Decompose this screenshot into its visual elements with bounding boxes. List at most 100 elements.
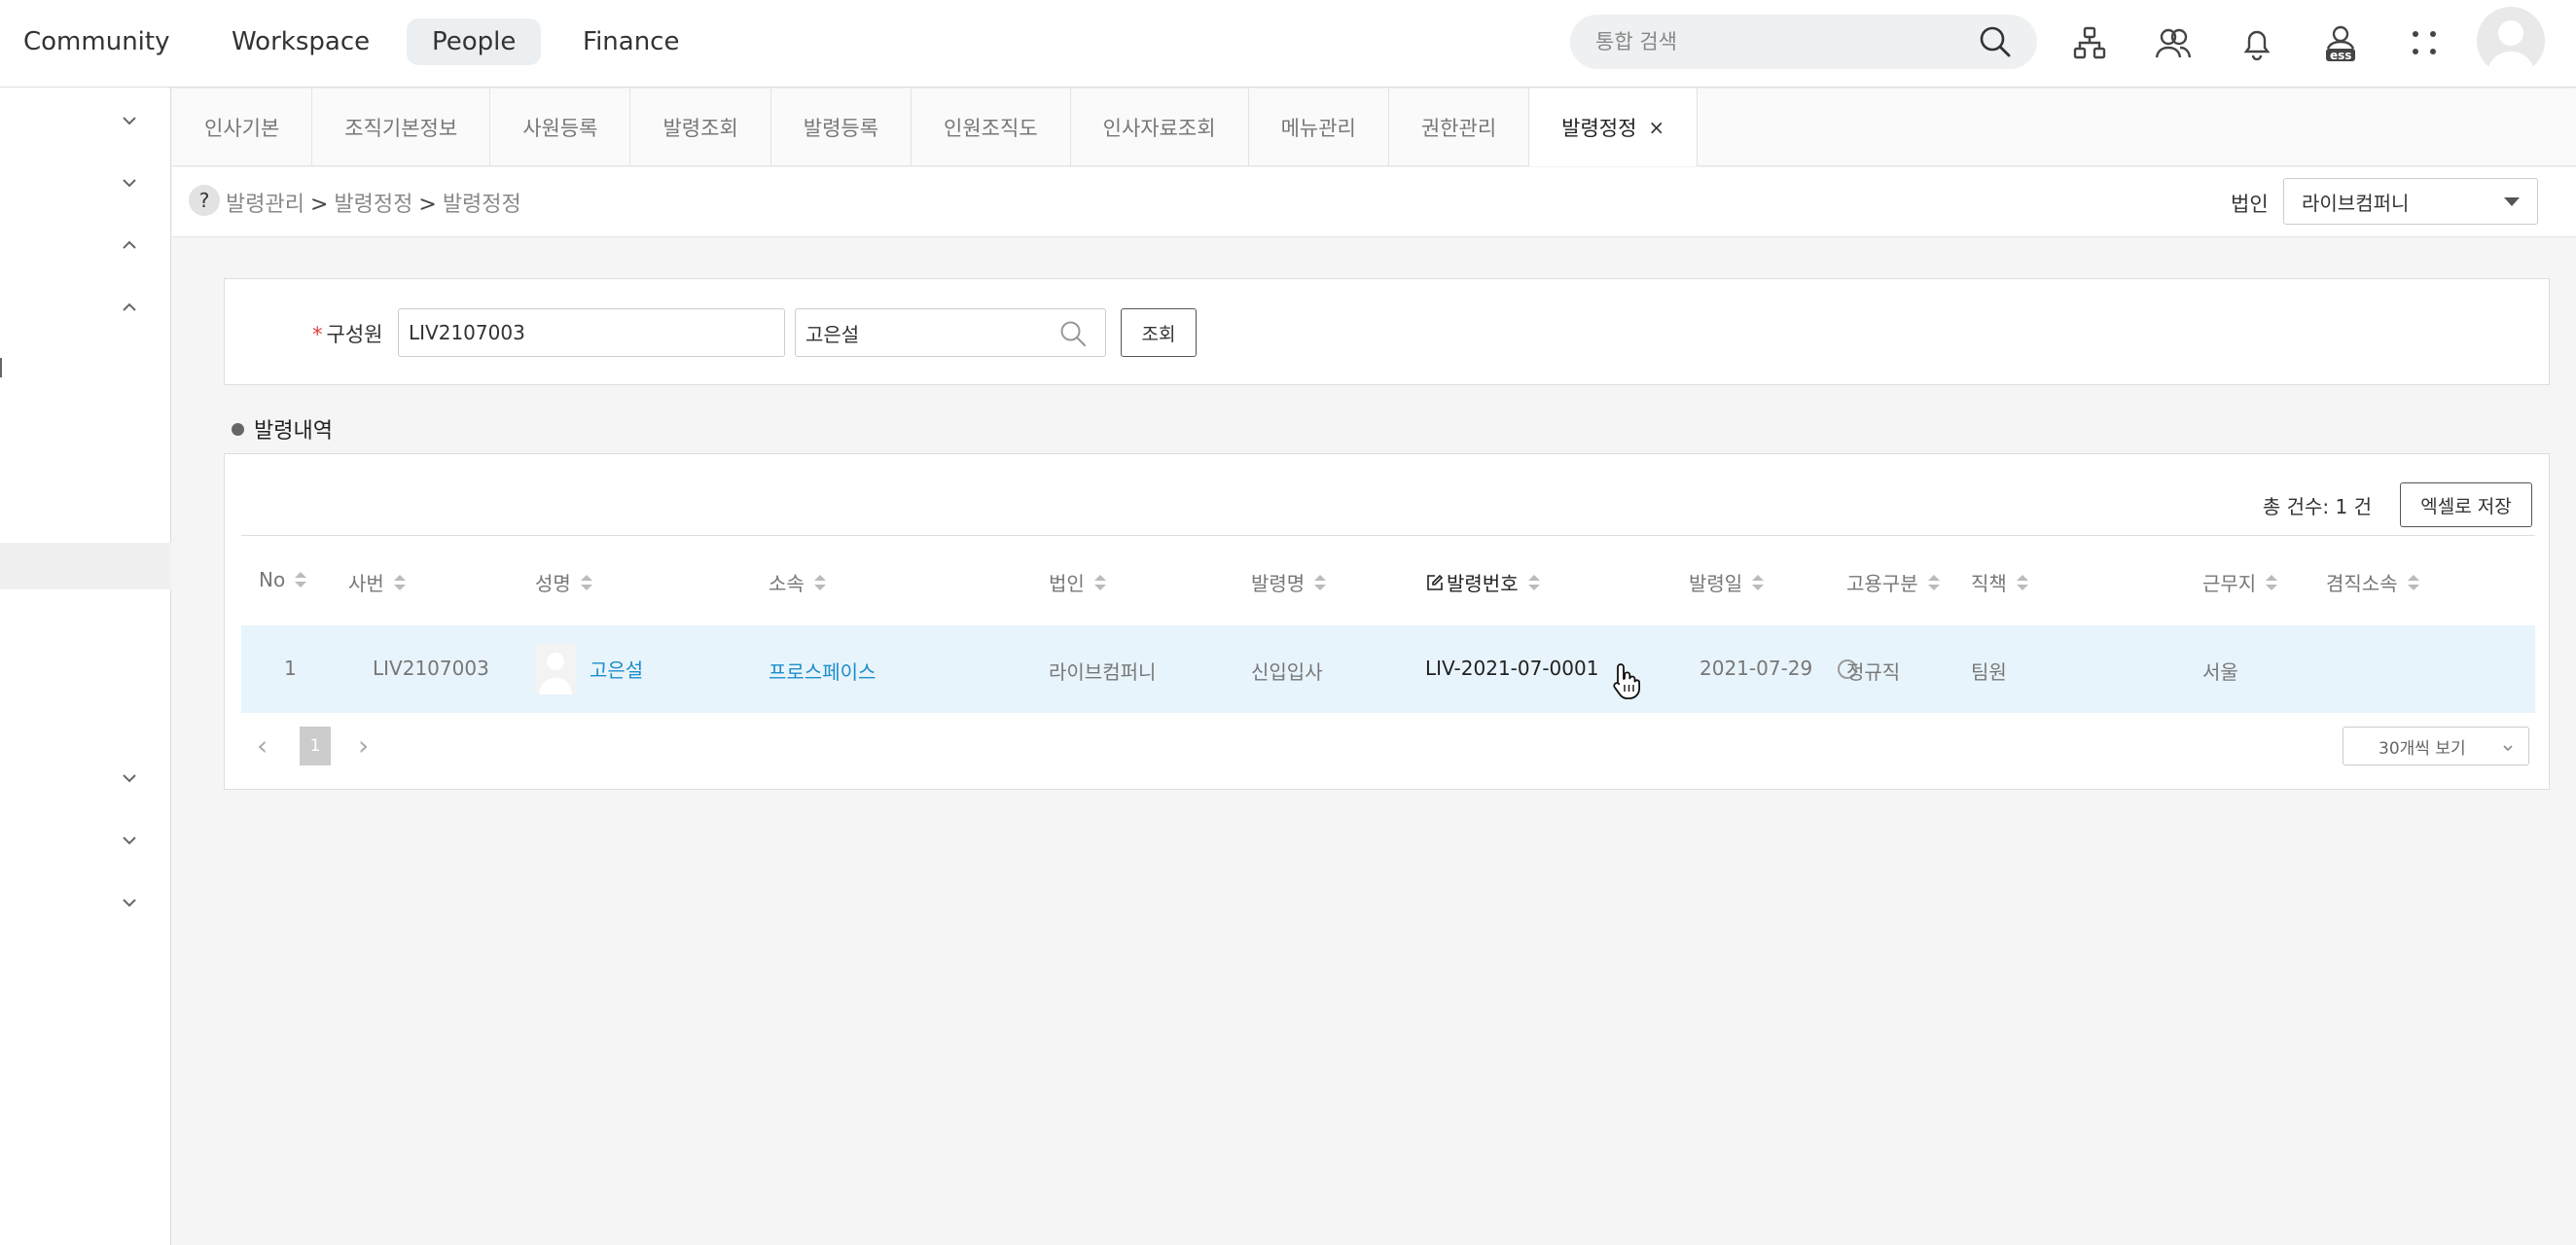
- apps-grid-icon[interactable]: [2403, 21, 2446, 64]
- col-order-no[interactable]: 발령번호: [1426, 568, 1540, 596]
- help-icon[interactable]: ?: [189, 185, 220, 216]
- nav-community[interactable]: Community: [0, 18, 195, 65]
- sort-icon: [1527, 574, 1540, 590]
- tab-order-inquiry[interactable]: 발령조회: [630, 89, 771, 166]
- chevron-down-icon: [121, 769, 138, 791]
- tab-org-chart[interactable]: 인원조직도: [912, 89, 1071, 166]
- close-icon[interactable]: ×: [1648, 116, 1664, 139]
- corp-select-value: 라이브컴퍼니: [2302, 191, 2410, 215]
- tab-org-info[interactable]: 조직기본정보: [312, 89, 491, 166]
- global-search: [1570, 15, 2037, 69]
- col-name[interactable]: 성명: [535, 568, 592, 596]
- col-label: 직책: [1971, 572, 2007, 595]
- section-title: 발령내역: [232, 413, 333, 445]
- breadcrumb-item: 발령정정: [334, 193, 413, 217]
- sort-icon: [580, 574, 592, 590]
- col-emp-id[interactable]: 사번: [348, 568, 406, 596]
- breadcrumb-separator: >: [309, 193, 329, 217]
- sidebar-group-4[interactable]: [0, 279, 171, 338]
- table-header: No 사번 성명 소속 법인 발령명 발령번호 발령일 고용구분 직책 근무지 …: [241, 535, 2535, 625]
- avatar: [535, 644, 576, 694]
- breadcrumb: 발령관리 > 발령정정 > 발령정정: [226, 187, 521, 218]
- excel-export-button[interactable]: 엑셀로 저장: [2400, 482, 2532, 527]
- page-size-value: 30개씩 보기: [2379, 738, 2466, 759]
- sidebar-group-5[interactable]: [0, 750, 171, 808]
- tab-permission-admin[interactable]: 권한관리: [1389, 89, 1530, 166]
- people-icon[interactable]: [2152, 21, 2195, 64]
- dept-link[interactable]: 프로스페이스: [769, 657, 876, 685]
- table-row[interactable]: 1 LIV2107003 고은설 프로스페이스 라이브컴퍼니 신입입사 LIV-…: [241, 625, 2535, 713]
- col-label: 발령일: [1689, 572, 1743, 595]
- sort-icon: [393, 574, 406, 590]
- col-label: 고용구분: [1846, 572, 1918, 595]
- nav-people[interactable]: People: [407, 18, 542, 65]
- tab-hr-data[interactable]: 인사자료조회: [1071, 89, 1249, 166]
- pagination: ‹ 1 › 30개씩 보기: [241, 717, 2535, 775]
- col-emp-type[interactable]: 고용구분: [1846, 568, 1940, 596]
- caret-down-icon: [2504, 197, 2520, 206]
- tab-menu-admin[interactable]: 메뉴관리: [1249, 89, 1389, 166]
- col-label: 발령명: [1251, 572, 1306, 595]
- org-chart-icon[interactable]: [2068, 21, 2111, 64]
- page-number[interactable]: 1: [300, 727, 331, 765]
- tab-employee-register[interactable]: 사원등록: [490, 89, 631, 166]
- nav-workspace[interactable]: Workspace: [206, 18, 395, 65]
- global-search-input[interactable]: [1595, 30, 1979, 53]
- page-size-select[interactable]: 30개씩 보기: [2343, 727, 2529, 765]
- search-panel: *구성원 조회: [224, 278, 2550, 385]
- cell-emp-type: 정규직: [1846, 660, 1901, 684]
- cell-emp-id: LIV2107003: [373, 657, 489, 680]
- next-page-button[interactable]: ›: [358, 729, 369, 762]
- col-order-name[interactable]: 발령명: [1251, 568, 1327, 596]
- chevron-down-icon: [121, 174, 138, 196]
- sidebar-item-selected[interactable]: [0, 543, 171, 589]
- sort-icon: [2016, 574, 2028, 590]
- chevron-up-icon: [121, 299, 138, 320]
- nav-finance[interactable]: Finance: [557, 18, 704, 65]
- search-icon[interactable]: [1979, 25, 2012, 58]
- col-position[interactable]: 직책: [1971, 568, 2028, 596]
- bullet-icon: [232, 422, 244, 436]
- sidebar-group-6[interactable]: [0, 812, 171, 871]
- employee-id-input[interactable]: [398, 308, 785, 357]
- ess-icon[interactable]: ess: [2319, 21, 2362, 64]
- cell-order-date: 2021-07-29: [1699, 657, 1813, 680]
- avatar[interactable]: [2477, 7, 2545, 75]
- col-label: 겸직소속: [2326, 572, 2398, 595]
- prev-page-button[interactable]: ‹: [257, 729, 268, 762]
- cell-position: 팀원: [1971, 660, 2007, 684]
- tab-order-register[interactable]: 발령등록: [771, 89, 912, 166]
- col-location[interactable]: 근무지: [2202, 568, 2278, 596]
- member-label-text: 구성원: [326, 323, 383, 346]
- total-count: 총 건수: 1 건: [2262, 495, 2372, 518]
- breadcrumb-item: 발령정정: [442, 193, 521, 217]
- col-order-date[interactable]: 발령일: [1689, 568, 1765, 596]
- col-no[interactable]: No: [259, 568, 307, 591]
- search-icon[interactable]: [1059, 320, 1087, 351]
- sidebar-group-2[interactable]: [0, 155, 171, 213]
- col-dept[interactable]: 소속: [769, 568, 826, 596]
- sort-icon: [1093, 574, 1106, 590]
- col-label: 발령번호: [1447, 572, 1519, 595]
- corp-select[interactable]: 라이브컴퍼니: [2283, 178, 2538, 225]
- tab-order-correction[interactable]: 발령정정 ×: [1529, 89, 1699, 166]
- col-label: 성명: [535, 572, 571, 595]
- col-concurrent[interactable]: 겸직소속: [2326, 568, 2419, 596]
- tab-hr-basic[interactable]: 인사기본: [172, 89, 313, 166]
- sidebar-group-1[interactable]: [0, 92, 171, 151]
- bell-icon[interactable]: [2236, 21, 2278, 64]
- chevron-down-icon: [121, 894, 138, 915]
- employee-name-link[interactable]: 고은설: [590, 655, 643, 683]
- sidebar-group-3[interactable]: [0, 217, 171, 275]
- sort-icon: [295, 572, 307, 587]
- cell-location: 서울: [2202, 660, 2238, 684]
- search-button[interactable]: 조회: [1121, 308, 1197, 357]
- col-label: No: [259, 568, 286, 591]
- sort-icon: [1314, 574, 1327, 590]
- col-label: 사번: [348, 572, 384, 595]
- required-mark: *: [312, 323, 323, 346]
- col-corp[interactable]: 법인: [1049, 568, 1106, 596]
- top-navigation: Community Workspace People Finance ess: [0, 0, 2576, 88]
- sidebar-group-7[interactable]: [0, 874, 171, 933]
- section-title-text: 발령내역: [254, 419, 333, 444]
